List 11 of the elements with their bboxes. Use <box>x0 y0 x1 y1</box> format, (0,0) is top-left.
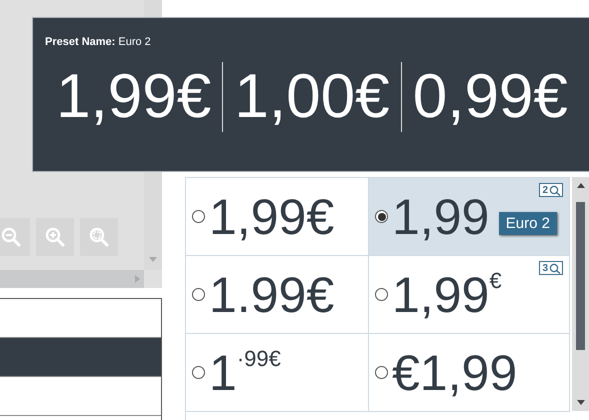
price-format: 1.99€ <box>209 270 334 320</box>
preset-name: Preset Name: Euro 2 <box>45 36 152 48</box>
price-format: 1,99$^{€}$ <box>392 270 502 320</box>
price-preview: 0,99€ <box>400 62 579 132</box>
price-format: €1,99 <box>392 348 518 398</box>
price-format: 1$^{·99€}$ <box>209 348 281 398</box>
price-preview: 1,00€ <box>222 62 401 132</box>
tooltip: Euro 2 <box>498 212 557 235</box>
price-preview: 1,99€ <box>55 62 212 132</box>
price-format: 1,99 <box>392 192 490 242</box>
price-format: 1,99€ <box>209 192 334 242</box>
